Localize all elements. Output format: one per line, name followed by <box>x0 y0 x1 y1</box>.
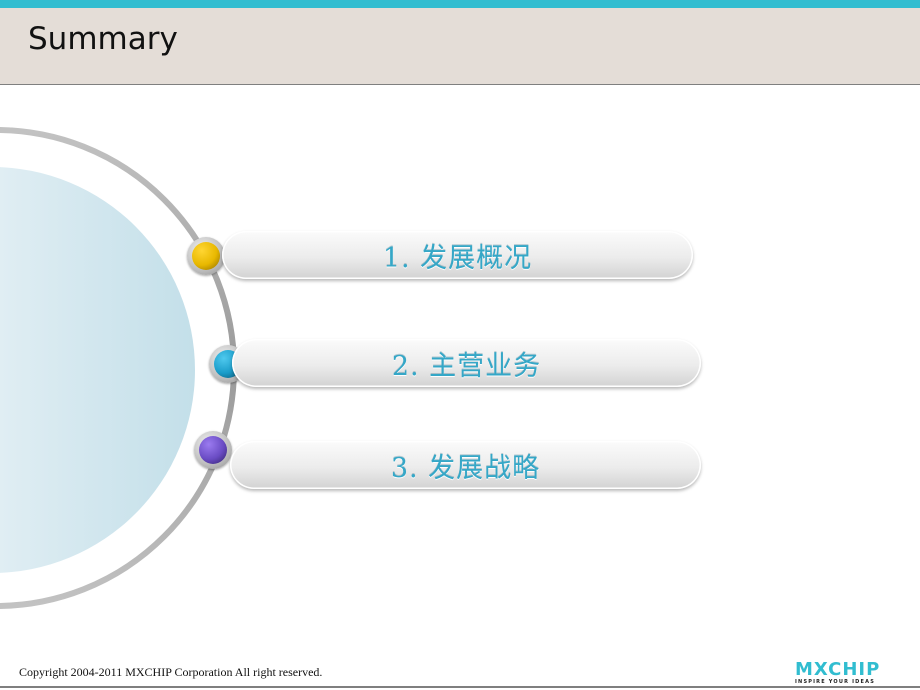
agenda-item-3[interactable]: 3. 发展战略 <box>230 441 701 489</box>
agenda-item-1[interactable]: 1. 发展概况 <box>222 231 693 279</box>
bullet-icon-yellow <box>187 237 225 275</box>
agenda-item-label: 2. 主营业务 <box>391 350 542 382</box>
agenda-item-2[interactable]: 2. 主营业务 <box>232 339 701 387</box>
copyright-text: Copyright 2004-2011 MXCHIP Corporation A… <box>19 665 323 679</box>
logo-wordmark: MXCHIP <box>795 659 881 680</box>
logo-tagline: INSPIRE YOUR IDEAS <box>795 679 876 685</box>
agenda-item-label: 1. 发展概况 <box>382 242 533 274</box>
bullet-icon-purple <box>194 431 232 469</box>
mxchip-logo: MXCHIP INSPIRE YOUR IDEAS <box>795 659 895 686</box>
light-blue-disc <box>0 167 195 573</box>
agenda-item-label: 3. 发展战略 <box>390 452 541 484</box>
footer-divider <box>0 686 920 688</box>
